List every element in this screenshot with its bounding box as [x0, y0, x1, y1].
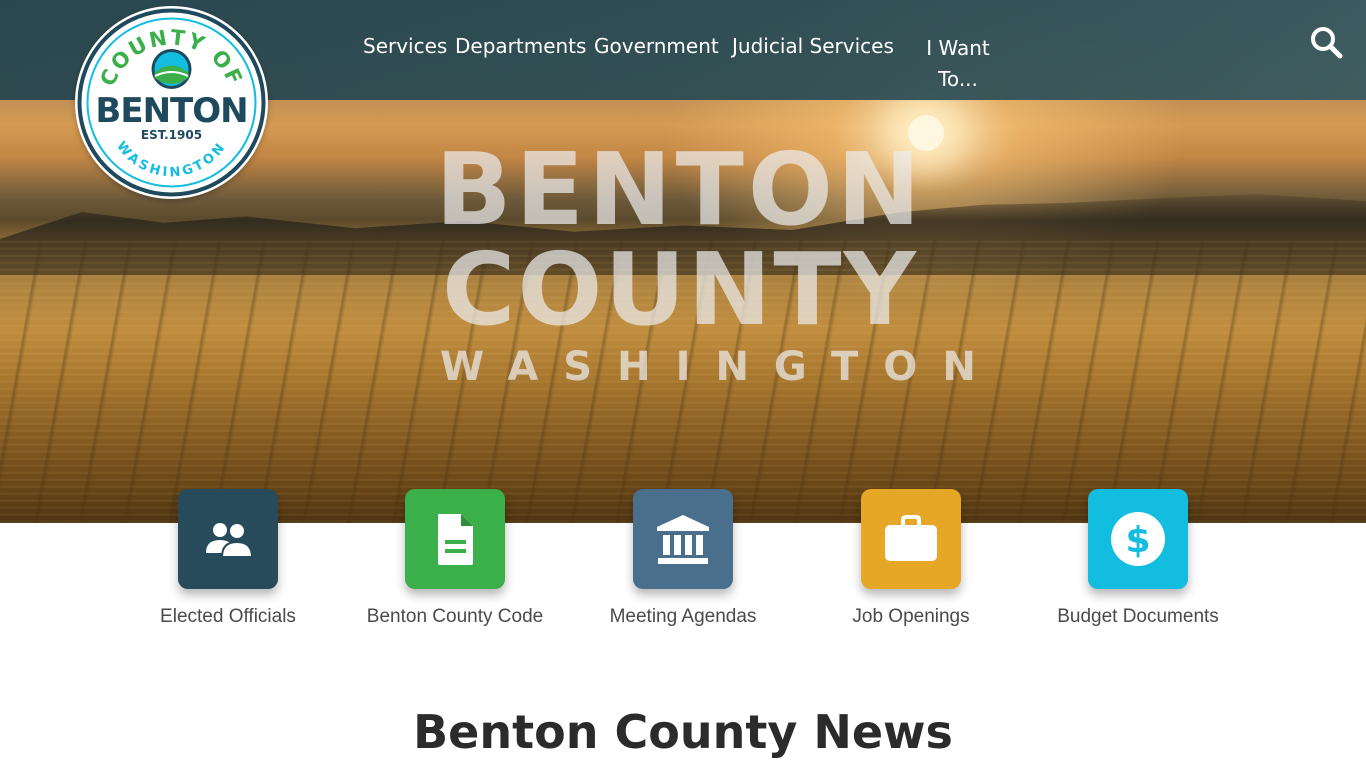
briefcase-icon: [885, 515, 937, 561]
dollar-icon: $: [1111, 512, 1165, 566]
quick-link-job-openings[interactable]: Job Openings: [811, 489, 1011, 628]
quick-link-budget-documents[interactable]: $ Budget Documents: [1038, 489, 1238, 628]
quick-link-label: Elected Officials: [160, 606, 296, 627]
svg-text:$: $: [1125, 520, 1150, 561]
people-icon: [206, 522, 254, 558]
county-logo[interactable]: COUNTY OF BENTON EST.1905 WASHINGTON: [75, 6, 268, 199]
quick-links: Elected Officials Benton County Code Mee: [0, 489, 1366, 639]
quick-link-tile[interactable]: $: [1088, 489, 1188, 589]
document-icon: [438, 514, 473, 565]
government-building-icon: [657, 515, 709, 564]
nav-item-services[interactable]: Services: [363, 33, 447, 59]
county-seal: COUNTY OF BENTON EST.1905 WASHINGTON: [77, 8, 266, 197]
search-icon: [1311, 27, 1343, 59]
hero-title-line3: WASHINGTON: [440, 344, 1001, 390]
hero-title-line1: BENTON: [435, 131, 925, 248]
quick-link-tile[interactable]: [178, 489, 278, 589]
hero-title: BENTON COUNTY WASHINGTON: [420, 131, 1001, 391]
quick-link-tile[interactable]: [633, 489, 733, 589]
quick-link-tile[interactable]: [861, 489, 961, 589]
quick-link-label: Meeting Agendas: [609, 606, 757, 627]
quick-link-benton-county-code[interactable]: Benton County Code: [355, 489, 555, 628]
quick-link-tile[interactable]: [405, 489, 505, 589]
quick-link-elected-officials[interactable]: Elected Officials: [128, 489, 328, 628]
news-section-title: Benton County News: [413, 705, 953, 759]
nav-item-departments[interactable]: Departments: [455, 33, 586, 59]
hero-title-line2: COUNTY: [442, 231, 918, 348]
logo-main-text: BENTON: [95, 91, 247, 131]
nav-item-government[interactable]: Government: [594, 33, 719, 59]
quick-link-label: Job Openings: [852, 606, 970, 627]
quick-link-label: Benton County Code: [366, 606, 544, 627]
logo-est-text: EST.1905: [141, 128, 202, 142]
search-button[interactable]: [1308, 24, 1344, 60]
nav-item-judicial-services[interactable]: Judicial Services: [732, 33, 894, 59]
quick-link-meeting-agendas[interactable]: Meeting Agendas: [583, 489, 783, 628]
quick-link-label: Budget Documents: [1057, 606, 1219, 627]
nav-item-i-want-to[interactable]: I Want To...: [923, 33, 993, 95]
